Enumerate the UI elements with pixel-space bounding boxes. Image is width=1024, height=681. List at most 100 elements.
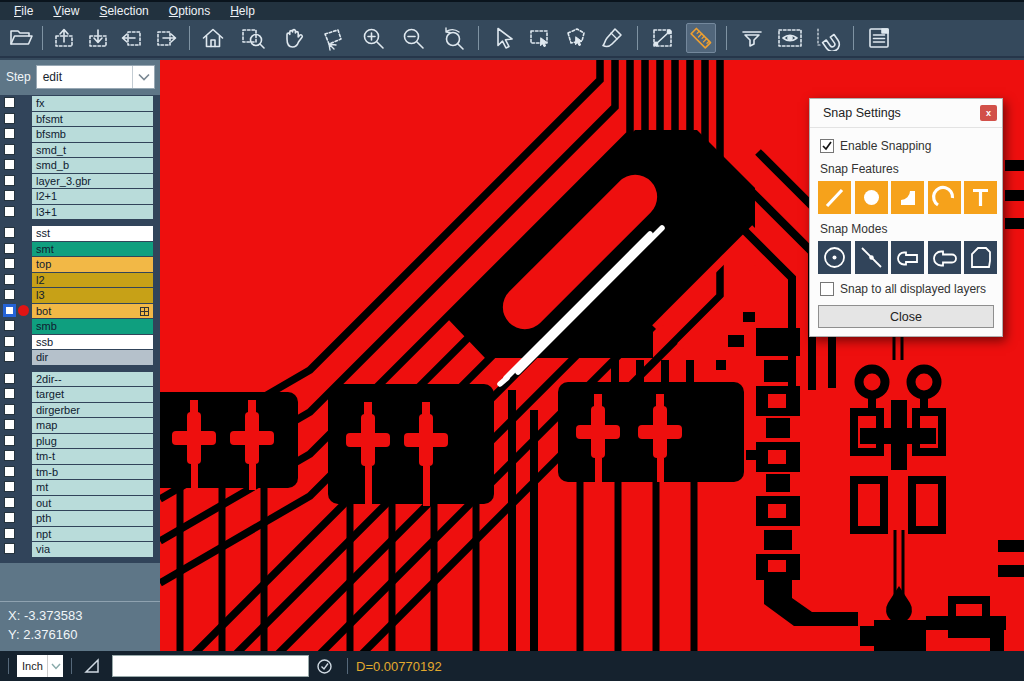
layer-row-pth[interactable]: pth bbox=[0, 511, 160, 526]
layer-row-sst[interactable]: sst bbox=[0, 226, 160, 241]
angle-mode-icon[interactable] bbox=[80, 657, 106, 675]
menu-selection[interactable]: Selection bbox=[89, 2, 158, 20]
layer-visibility-checkbox[interactable] bbox=[4, 419, 15, 430]
layer-visibility-checkbox[interactable] bbox=[4, 320, 15, 331]
layer-row-map[interactable]: map bbox=[0, 418, 160, 433]
layer-visibility-checkbox[interactable] bbox=[4, 512, 15, 523]
layer-label[interactable]: fx bbox=[32, 96, 153, 111]
layer-visibility-checkbox[interactable] bbox=[4, 190, 15, 201]
layer-visibility-checkbox[interactable] bbox=[4, 175, 15, 186]
layer-label[interactable]: l3 bbox=[32, 288, 153, 303]
layer-row-plug[interactable]: plug bbox=[0, 434, 160, 449]
layer-row-tm-t[interactable]: tm-t bbox=[0, 449, 160, 464]
command-input[interactable] bbox=[112, 655, 309, 677]
layer-visibility-checkbox[interactable] bbox=[3, 304, 16, 317]
layer-visibility-checkbox[interactable] bbox=[4, 274, 15, 285]
layer-label[interactable]: tm-t bbox=[32, 449, 153, 464]
layer-label[interactable]: l2 bbox=[32, 273, 153, 288]
pan-button[interactable] bbox=[278, 23, 308, 53]
layer-row-smd_t[interactable]: smd_t bbox=[0, 143, 160, 158]
dialog-close-icon[interactable]: x bbox=[980, 105, 997, 121]
layer-label[interactable]: top bbox=[32, 257, 153, 272]
layer-row-2dir--[interactable]: 2dir-- bbox=[0, 372, 160, 387]
layer-row-bfsmb[interactable]: bfsmb bbox=[0, 127, 160, 142]
menu-help[interactable]: Help bbox=[220, 2, 265, 20]
layer-visibility-checkbox[interactable] bbox=[4, 243, 15, 254]
layer-visibility-checkbox[interactable] bbox=[4, 466, 15, 477]
layer-visibility-checkbox[interactable] bbox=[4, 336, 15, 347]
snap-magnet-button[interactable] bbox=[813, 23, 843, 53]
snap-feature-text-button[interactable] bbox=[964, 181, 997, 214]
layer-label[interactable]: dir bbox=[32, 350, 153, 365]
layer-row-dirgerber[interactable]: dirgerber bbox=[0, 403, 160, 418]
layer-visibility-checkbox[interactable] bbox=[4, 144, 15, 155]
layer-label[interactable]: bfsmt bbox=[32, 112, 153, 127]
enable-snapping-checkbox[interactable] bbox=[820, 139, 834, 153]
arrow-down-box-button[interactable] bbox=[83, 23, 113, 53]
layer-row-l2+1[interactable]: l2+1 bbox=[0, 189, 160, 204]
open-folder-button[interactable] bbox=[6, 23, 36, 53]
layer-label[interactable]: l2+1 bbox=[32, 189, 153, 204]
layer-label[interactable]: smb bbox=[32, 319, 153, 334]
enable-snapping-row[interactable]: Enable Snapping bbox=[820, 139, 994, 153]
snap-mode-obround-right-button[interactable] bbox=[928, 241, 961, 274]
layer-visibility-checkbox[interactable] bbox=[4, 404, 15, 415]
layer-label[interactable]: target bbox=[32, 387, 153, 402]
layer-label[interactable]: ssb bbox=[32, 335, 153, 350]
layer-visibility-checkbox[interactable] bbox=[4, 128, 15, 139]
layer-label[interactable]: 2dir-- bbox=[32, 372, 153, 387]
layer-row-dir[interactable]: dir bbox=[0, 350, 160, 365]
layer-label[interactable]: smt bbox=[32, 242, 153, 257]
home-button[interactable] bbox=[198, 23, 228, 53]
arrow-left-box-button[interactable] bbox=[117, 23, 147, 53]
layer-label[interactable]: layer_3.gbr bbox=[32, 174, 153, 189]
layer-label[interactable]: tm-b bbox=[32, 465, 153, 480]
snap-mode-obround-left-button[interactable] bbox=[891, 241, 924, 274]
layer-visibility-checkbox[interactable] bbox=[4, 497, 15, 508]
layer-visibility-checkbox[interactable] bbox=[4, 435, 15, 446]
snap-all-layers-row[interactable]: Snap to all displayed layers bbox=[820, 282, 994, 296]
layer-row-smb[interactable]: smb bbox=[0, 319, 160, 334]
snap-feature-arc-button[interactable] bbox=[928, 181, 961, 214]
layer-row-npt[interactable]: npt bbox=[0, 527, 160, 542]
layer-row-smd_b[interactable]: smd_b bbox=[0, 158, 160, 173]
units-select[interactable]: Inch bbox=[17, 655, 63, 677]
layer-row-bfsmt[interactable]: bfsmt bbox=[0, 112, 160, 127]
layer-visibility-checkbox[interactable] bbox=[4, 388, 15, 399]
zoom-previous-button[interactable] bbox=[438, 23, 468, 53]
layer-row-target[interactable]: target bbox=[0, 387, 160, 402]
select-rect-button[interactable] bbox=[525, 23, 555, 53]
layer-label[interactable]: map bbox=[32, 418, 153, 433]
layer-row-out[interactable]: out bbox=[0, 496, 160, 511]
layer-label[interactable]: out bbox=[32, 496, 153, 511]
layer-visibility-checkbox[interactable] bbox=[4, 450, 15, 461]
layer-label[interactable]: sst bbox=[32, 226, 153, 241]
layer-label[interactable]: pth bbox=[32, 511, 153, 526]
zoom-in-button[interactable] bbox=[358, 23, 388, 53]
sync-icon[interactable] bbox=[309, 658, 339, 675]
layer-visibility-checkbox[interactable] bbox=[4, 373, 15, 384]
step-select[interactable]: edit bbox=[36, 65, 155, 89]
layer-label[interactable]: bfsmb bbox=[32, 127, 153, 142]
layer-label[interactable]: via bbox=[32, 542, 153, 557]
snap-feature-surface-button[interactable] bbox=[891, 181, 924, 214]
layer-visibility-checkbox[interactable] bbox=[4, 258, 15, 269]
layer-label[interactable]: dirgerber bbox=[32, 403, 153, 418]
chevron-down-icon[interactable] bbox=[132, 66, 154, 88]
snap-mode-center-button[interactable] bbox=[818, 241, 851, 274]
measure-line-button[interactable] bbox=[648, 23, 678, 53]
zoom-window-button[interactable] bbox=[238, 23, 268, 53]
snap-mode-midpoint-button[interactable] bbox=[855, 241, 888, 274]
layer-row-via[interactable]: via bbox=[0, 542, 160, 557]
layer-row-bot[interactable]: bot bbox=[0, 304, 160, 319]
view-visibility-button[interactable] bbox=[775, 23, 805, 53]
layer-visibility-checkbox[interactable] bbox=[4, 113, 15, 124]
select-polygon-button[interactable] bbox=[561, 23, 591, 53]
dialog-title-bar[interactable]: Snap Settings x bbox=[810, 99, 1002, 128]
snap-mode-polygon-button[interactable] bbox=[964, 241, 997, 274]
menu-view[interactable]: View bbox=[43, 2, 89, 20]
zoom-out-button[interactable] bbox=[398, 23, 428, 53]
layer-visibility-checkbox[interactable] bbox=[4, 206, 15, 217]
layer-row-fx[interactable]: fx bbox=[0, 96, 160, 111]
layer-row-ssb[interactable]: ssb bbox=[0, 335, 160, 350]
